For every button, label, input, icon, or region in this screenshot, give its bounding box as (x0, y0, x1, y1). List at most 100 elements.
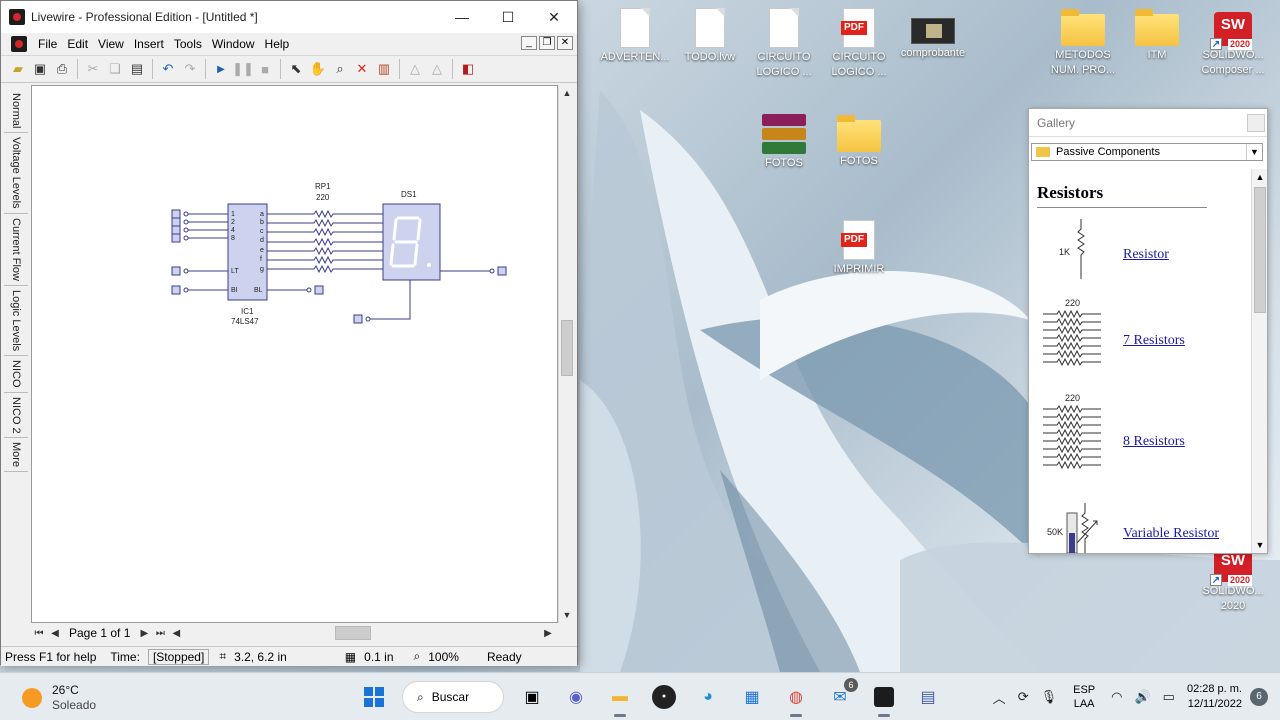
eight-resistors-icon[interactable] (1041, 404, 1103, 474)
maximize-button[interactable]: ☐ (485, 1, 531, 33)
next-page-icon[interactable]: ▶ (136, 628, 152, 639)
clock[interactable]: 02:28 p. m. 12/11/2022 (1187, 682, 1242, 712)
file-explorer-icon[interactable]: ▬ (604, 681, 636, 717)
scroll-left-icon[interactable]: ◀ (168, 628, 184, 639)
mdi-restore-button[interactable]: ❐ (539, 36, 555, 50)
scroll-right-icon[interactable]: ▶ (540, 628, 556, 639)
tab-current-flow[interactable]: Current Flow (4, 214, 28, 286)
menu-view[interactable]: View (93, 37, 129, 51)
desktop-icon-imprimir[interactable]: PDF IMPRIMIR (822, 220, 896, 277)
mdi-minimize-button[interactable]: _ (521, 36, 537, 50)
desktop-icon-comprobante[interactable]: comprobante (896, 8, 970, 61)
input-language[interactable]: ESP LAA (1073, 683, 1095, 711)
last-page-icon[interactable]: ⏭ (152, 628, 168, 639)
scroll-thumb[interactable] (561, 320, 573, 376)
tab-nico-2[interactable]: NICO 2 (4, 393, 28, 439)
menu-edit[interactable]: Edit (62, 37, 93, 51)
tab-normal[interactable]: Normal (4, 89, 28, 134)
sync-icon[interactable]: ⟳ (1018, 689, 1029, 705)
open-icon[interactable]: ▰ (7, 58, 29, 80)
desktop-icon-solidworks-composer[interactable]: SW 2020 ↗ SOLIDWO... Composer ... (1196, 12, 1270, 78)
first-page-icon[interactable]: ⏮ (31, 628, 47, 639)
desktop-icon-circuito-logico-doc[interactable]: CIRCUITO LOGICO ... (747, 8, 821, 80)
rp1-resistor-pack[interactable] (267, 209, 383, 274)
desktop-icon-fotos-rar[interactable]: FOTOS (747, 114, 821, 171)
menu-file[interactable]: File (33, 37, 62, 51)
scroll-down-icon[interactable]: ▼ (1252, 537, 1268, 553)
pan-hand-icon[interactable]: ✋ (307, 58, 329, 80)
undo-icon[interactable]: ↶ (157, 58, 179, 80)
graph-icon[interactable]: ▥ (373, 58, 395, 80)
variable-resistor-icon[interactable] (1065, 503, 1105, 553)
menu-insert[interactable]: Insert (129, 37, 169, 51)
desktop-icon-fotos-folder[interactable]: FOTOS (822, 114, 896, 169)
horizontal-scroll-thumb[interactable] (335, 626, 371, 640)
document-menu-icon[interactable] (11, 36, 27, 52)
start-button[interactable] (358, 681, 390, 713)
scroll-up-icon[interactable]: ▲ (559, 85, 575, 101)
scroll-up-icon[interactable]: ▲ (1252, 169, 1268, 185)
store-icon[interactable]: ▦ (736, 681, 768, 713)
chat-icon[interactable]: ◉ (560, 681, 592, 713)
menu-tools[interactable]: Tools (169, 37, 207, 51)
desktop-icon-metodos-num[interactable]: METODOS NUM. PRO... (1046, 8, 1120, 78)
gallery-header[interactable]: Gallery (1029, 109, 1267, 137)
dell-icon[interactable]: ● (648, 681, 680, 713)
notification-badge[interactable]: 6 (1250, 688, 1268, 706)
paste-icon[interactable]: ▤ (126, 58, 148, 80)
microphone-icon[interactable]: 🎙 (1041, 689, 1058, 705)
pause-icon[interactable]: ❚❚ (232, 58, 254, 80)
wifi-icon[interactable]: ◠ (1111, 689, 1122, 705)
probe-icon[interactable]: △ (404, 58, 426, 80)
task-view-icon[interactable]: ▣ (516, 681, 548, 713)
cut-icon[interactable]: ✂ (82, 58, 104, 80)
delete-icon[interactable]: ✕ (351, 58, 373, 80)
gallery-scroll-thumb[interactable] (1254, 187, 1266, 313)
select-pointer-icon[interactable]: ⬉ (285, 58, 307, 80)
battery-icon[interactable]: ▭ (1163, 689, 1175, 705)
desktop-icon-adverten[interactable]: ADVERTEN... (598, 8, 672, 65)
mdi-close-button[interactable]: ✕ (557, 36, 573, 50)
desktop-icon-itm[interactable]: ITM (1120, 8, 1194, 63)
stop-icon[interactable]: ■ (254, 58, 276, 80)
copy-icon[interactable]: ❏ (104, 58, 126, 80)
menu-help[interactable]: Help (260, 37, 295, 51)
desktop-icon-todo-lvw[interactable]: TODO.lvw (673, 8, 747, 65)
close-button[interactable]: ✕ (531, 1, 577, 33)
livewire-taskbar-icon[interactable] (868, 681, 900, 717)
redo-icon[interactable]: ↷ (179, 58, 201, 80)
menu-window[interactable]: Window (207, 37, 260, 51)
tab-more[interactable]: More (4, 438, 28, 473)
scroll-down-icon[interactable]: ▼ (559, 607, 575, 623)
tab-nico[interactable]: NICO (4, 356, 28, 393)
tab-voltage-levels[interactable]: Voltage Levels (4, 133, 28, 215)
previous-page-icon[interactable]: ◀ (47, 628, 63, 639)
desktop-icon-circuito-logico-pdf[interactable]: PDF CIRCUITO LOGICO ... (822, 8, 896, 80)
mail-icon[interactable]: ✉ 6 (824, 678, 858, 713)
gallery-close-button[interactable] (1247, 114, 1265, 132)
tab-logic-levels[interactable]: Logic Levels (4, 286, 28, 357)
app-taskbar-icon[interactable]: ▤ (912, 681, 944, 713)
zoom-icon[interactable]: ⌕ (329, 58, 351, 80)
gallery-item-variable-resistor[interactable]: Variable Resistor (1123, 526, 1219, 542)
volume-icon[interactable]: 🔊 (1134, 689, 1150, 705)
chevron-up-icon[interactable]: ︿ (993, 688, 1006, 707)
resistor-symbol-icon[interactable] (1071, 219, 1091, 279)
gallery-item-8-resistors[interactable]: 8 Resistors (1123, 434, 1185, 450)
taskbar-search[interactable]: ⌕ Buscar (402, 681, 504, 713)
print-icon[interactable]: ⎙ (51, 58, 73, 80)
probe-2-icon[interactable]: △ (426, 58, 448, 80)
seven-resistors-icon[interactable] (1041, 309, 1103, 371)
desktop-icon-solidworks-2020[interactable]: SW 2020 ↗ SOLIDWO... 2020 (1196, 548, 1270, 614)
title-bar[interactable]: Livewire - Professional Edition - [Untit… (1, 1, 577, 33)
schematic-canvas[interactable]: 1 2 4 8 LT BI a b c d e f g BL IC1 74LS4… (31, 85, 558, 623)
gallery-item-7-resistors[interactable]: 7 Resistors (1123, 333, 1185, 349)
gallery-icon[interactable]: ◧ (457, 58, 479, 80)
gallery-category-select[interactable]: Passive Components ▼ (1031, 143, 1263, 161)
save-icon[interactable]: ▣ (29, 58, 51, 80)
gallery-scrollbar[interactable]: ▲ ▼ (1251, 169, 1267, 553)
weather-widget[interactable]: 26°C Soleado (22, 683, 96, 713)
run-icon[interactable]: ▶ (210, 58, 232, 80)
edge-icon[interactable]: ◕ (692, 681, 724, 713)
chevron-down-icon[interactable]: ▼ (1246, 144, 1262, 160)
